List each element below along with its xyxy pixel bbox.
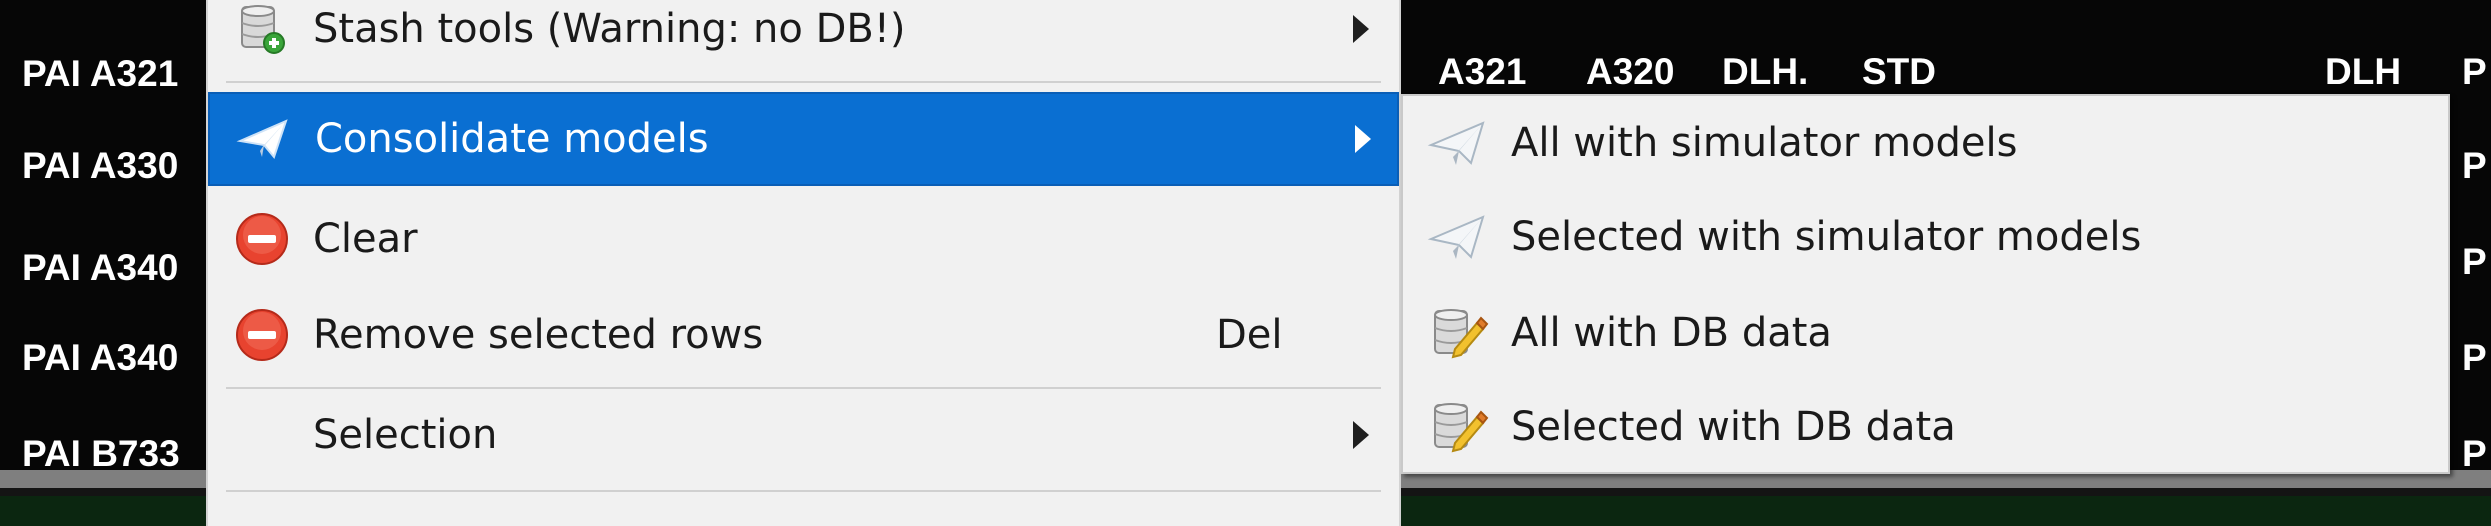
submenu-item-label: Selected with simulator models	[1511, 214, 2142, 260]
remove-icon	[234, 211, 290, 267]
submenu-item-label: Selected with DB data	[1511, 404, 1956, 450]
table-cell[interactable]: DLH	[2325, 52, 2401, 92]
menu-item-stash-tools[interactable]: Stash tools (Warning: no DB!)	[208, 0, 1399, 76]
table-cell[interactable]: STD	[1862, 52, 1936, 92]
submenu-item-label: All with simulator models	[1511, 120, 2018, 166]
chevron-right-icon	[1355, 125, 1371, 153]
table-row[interactable]: PAI A330	[22, 146, 178, 186]
table-cell[interactable]: A320	[1586, 52, 1674, 92]
paper-plane-icon	[236, 111, 292, 167]
table-cell[interactable]: P	[2462, 434, 2487, 474]
menu-item-label: Clear	[313, 216, 418, 262]
database-edit-icon	[1425, 303, 1491, 363]
table-row[interactable]: PAI B733	[22, 434, 180, 474]
context-menu: Stash tools (Warning: no DB!) Consolidat…	[206, 0, 1401, 526]
table-cell[interactable]: A321	[1438, 52, 1526, 92]
table-row[interactable]: PAI A340	[22, 248, 178, 288]
database-edit-icon	[1425, 397, 1491, 457]
paper-plane-icon	[1425, 207, 1491, 267]
menu-item-remove-selected-rows[interactable]: Remove selected rows Del	[208, 288, 1399, 382]
menu-item-clear[interactable]: Clear	[208, 192, 1399, 286]
submenu-item-selected-with-db-data[interactable]: Selected with DB data	[1403, 380, 2448, 474]
menu-separator	[226, 490, 1381, 492]
table-row[interactable]: PAI A340	[22, 338, 178, 378]
submenu-item-selected-with-simulator-models[interactable]: Selected with simulator models	[1403, 190, 2448, 284]
submenu-item-all-with-simulator-models[interactable]: All with simulator models	[1403, 96, 2448, 190]
chevron-right-icon	[1353, 15, 1369, 43]
menu-item-consolidate-models[interactable]: Consolidate models	[208, 92, 1399, 186]
table-row[interactable]: PAI A321	[22, 54, 178, 94]
submenu-item-all-with-db-data[interactable]: All with DB data	[1403, 286, 2448, 380]
menu-item-label: Remove selected rows	[313, 312, 764, 358]
table-cell[interactable]: P	[2462, 338, 2487, 378]
table-cell[interactable]: P	[2462, 146, 2487, 186]
submenu-item-label: All with DB data	[1511, 310, 1832, 356]
application-window: PAI A321 PAI A330 PAI A340 PAI A340 PAI …	[0, 0, 2491, 526]
remove-icon	[234, 307, 290, 363]
menu-item-label: Stash tools (Warning: no DB!)	[313, 6, 906, 52]
menu-separator	[226, 81, 1381, 83]
table-cell[interactable]: DLH.	[1722, 52, 1808, 92]
table-cell[interactable]: P	[2462, 242, 2487, 282]
menu-item-selection[interactable]: Selection	[208, 388, 1399, 482]
chevron-right-icon	[1353, 421, 1369, 449]
shortcut-label: Del	[1216, 312, 1283, 358]
database-add-icon	[234, 1, 290, 57]
menu-item-label: Selection	[313, 412, 498, 458]
menu-item-label: Consolidate models	[315, 116, 709, 162]
table-cell[interactable]: P	[2462, 52, 2487, 92]
consolidate-submenu: All with simulator models Selected with …	[1401, 94, 2450, 474]
paper-plane-icon	[1425, 113, 1491, 173]
